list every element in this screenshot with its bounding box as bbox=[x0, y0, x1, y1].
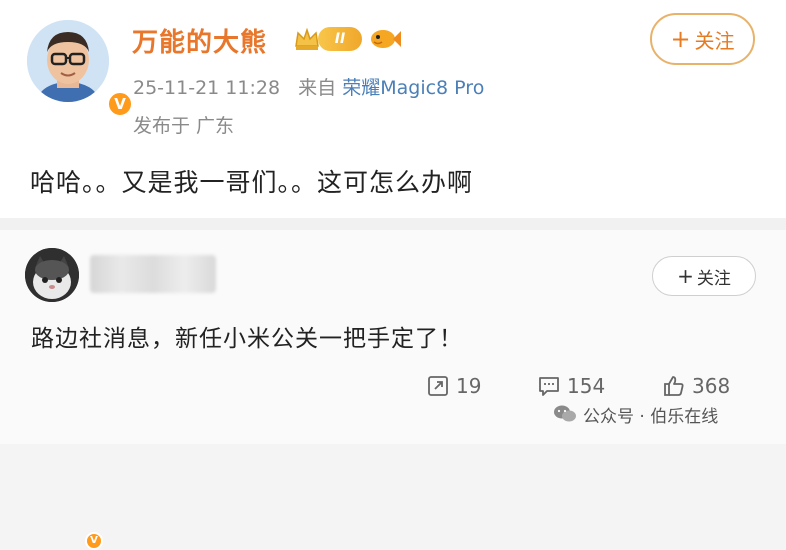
repost-button[interactable]: 19 bbox=[426, 372, 481, 400]
username[interactable]: 万能的大熊 bbox=[132, 22, 267, 59]
section-divider bbox=[0, 218, 786, 230]
plus-icon: + bbox=[677, 264, 694, 288]
user-level-badge[interactable]: II bbox=[292, 22, 402, 56]
repost-icon bbox=[428, 376, 448, 396]
blurred-username bbox=[90, 255, 216, 293]
follow-button[interactable]: + 关注 bbox=[650, 13, 755, 65]
wechat-watermark: 公众号 · 伯乐在线 bbox=[553, 402, 719, 427]
post-meta: 25-11-21 11:28 来自 荣耀Magic8 Pro bbox=[133, 73, 484, 100]
post-location: 发布于 广东 bbox=[133, 115, 235, 137]
avatar[interactable]: V bbox=[27, 20, 133, 117]
like-count: 368 bbox=[692, 374, 731, 398]
follow-label-secondary: 关注 bbox=[696, 268, 731, 289]
commenter-avatar[interactable]: V bbox=[25, 248, 103, 550]
follow-button-secondary[interactable]: + 关注 bbox=[652, 256, 756, 296]
main-post: V 万能的大熊 II + 关注 25-11-21 11:28 来自 荣耀Magi… bbox=[0, 0, 786, 218]
repost-count: 19 bbox=[456, 374, 482, 398]
commenter-avatar-image bbox=[25, 248, 79, 302]
plus-icon: + bbox=[670, 25, 691, 53]
thumbs-up-icon bbox=[664, 376, 684, 396]
verified-badge-icon: V bbox=[85, 532, 103, 550]
comment-icon bbox=[539, 377, 559, 396]
avatar-image bbox=[27, 20, 109, 102]
watermark-text: 公众号 · 伯乐在线 bbox=[583, 406, 719, 427]
weibo-post-screenshot: V 万能的大熊 II + 关注 25-11-21 11:28 来自 荣耀Magi… bbox=[0, 0, 786, 550]
post-text: 哈哈。。又是我一哥们。。这可怎么办啊 bbox=[30, 168, 474, 197]
source-prefix: 来自 bbox=[298, 77, 337, 99]
verified-badge-icon: V bbox=[107, 91, 133, 117]
level-pill: II bbox=[318, 27, 362, 51]
follow-label: 关注 bbox=[694, 28, 735, 53]
comment-button[interactable]: 154 bbox=[537, 372, 605, 400]
source-device-link[interactable]: 荣耀Magic8 Pro bbox=[342, 77, 484, 99]
comment-count: 154 bbox=[567, 374, 606, 398]
post-timestamp: 25-11-21 11:28 bbox=[133, 77, 281, 99]
wechat-icon bbox=[554, 405, 576, 422]
like-button[interactable]: 368 bbox=[662, 372, 730, 400]
quoted-post-text: 路边社消息，新任小米公关一把手定了！ bbox=[31, 326, 463, 352]
fish-icon bbox=[371, 30, 401, 48]
